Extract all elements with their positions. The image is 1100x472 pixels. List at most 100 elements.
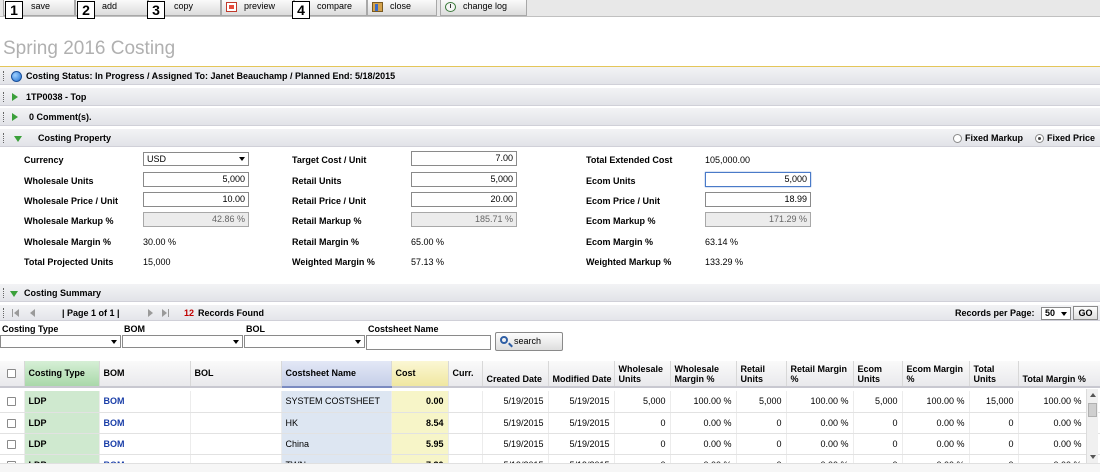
- column-header-bom[interactable]: BOM: [99, 361, 191, 388]
- target-cost-input[interactable]: 7.00: [411, 151, 517, 166]
- search-button[interactable]: search: [495, 332, 563, 351]
- ecom-margin-cell: 0.00 %: [902, 412, 970, 434]
- table-row[interactable]: LDP BOM China 5.95 5/19/2015 5/19/2015 0…: [0, 433, 1100, 455]
- ecom-units-label: Ecom Units: [586, 176, 636, 186]
- costsheet-name-filter-input[interactable]: [366, 335, 491, 350]
- fixed-price-radio[interactable]: [1035, 134, 1044, 143]
- column-header-bol[interactable]: BOL: [190, 361, 282, 388]
- costing-type-cell: LDP: [24, 391, 100, 413]
- wholesale-price-input[interactable]: 10.00: [143, 192, 249, 207]
- row-checkbox[interactable]: [7, 418, 16, 428]
- column-header-retail-margin[interactable]: Retail Margin %: [786, 361, 854, 388]
- row-checkbox[interactable]: [7, 439, 16, 449]
- column-header-ecom-units[interactable]: Ecom Units: [853, 361, 903, 388]
- column-header-cost[interactable]: Cost: [391, 361, 449, 388]
- drag-grip-icon: [3, 133, 5, 143]
- product-section-bar[interactable]: 1TP0038 - Top: [0, 88, 1100, 106]
- fixed-markup-radio[interactable]: [953, 134, 962, 143]
- prev-page-button[interactable]: [30, 309, 35, 317]
- collapse-arrow-icon[interactable]: [14, 136, 22, 142]
- weighted-margin-label: Weighted Margin %: [292, 257, 375, 267]
- retail-margin-cell: 0.00 %: [786, 412, 854, 434]
- records-found-text: Records Found: [198, 308, 265, 318]
- callout-badge-2: 2: [77, 1, 95, 19]
- row-select-cell[interactable]: [0, 412, 25, 434]
- drag-grip-icon: [3, 112, 5, 122]
- ecom-units-cell: 0: [853, 433, 903, 455]
- modified-date-cell: 5/19/2015: [548, 391, 615, 413]
- search-icon: [500, 336, 508, 344]
- column-header-retail-units[interactable]: Retail Units: [736, 361, 787, 388]
- preview-button[interactable]: preview: [221, 0, 294, 16]
- preview-label: preview: [244, 1, 276, 11]
- column-header-costsheet-name[interactable]: Costsheet Name: [281, 361, 392, 388]
- select-all-checkbox[interactable]: [7, 368, 16, 378]
- next-page-button[interactable]: [148, 309, 153, 317]
- scroll-up-arrow-icon[interactable]: [1090, 393, 1096, 397]
- currency-select[interactable]: USD: [143, 152, 249, 166]
- column-header-modified-date[interactable]: Modified Date: [548, 361, 615, 388]
- column-header-costing-type[interactable]: Costing Type: [24, 361, 100, 388]
- scroll-down-arrow-icon[interactable]: [1090, 455, 1096, 459]
- records-per-page-select[interactable]: 50: [1041, 307, 1071, 320]
- column-header-wholesale-margin[interactable]: Wholesale Margin %: [670, 361, 737, 388]
- change-log-button[interactable]: change log: [440, 0, 527, 16]
- modified-date-cell: 5/19/2015: [548, 433, 615, 455]
- costsheet-name-cell[interactable]: HK: [281, 412, 392, 434]
- bom-link[interactable]: BOM: [99, 391, 191, 413]
- dropdown-arrow-icon: [239, 157, 245, 161]
- comments-section-title: 0 Comment(s).: [29, 112, 92, 122]
- search-label: search: [514, 336, 542, 346]
- column-header-total-units[interactable]: Total Units: [969, 361, 1019, 388]
- table-row[interactable]: LDP BOM SYSTEM COSTSHEET 0.00 5/19/2015 …: [0, 391, 1100, 413]
- expand-arrow-icon[interactable]: [12, 93, 18, 101]
- wholesale-units-input[interactable]: 5,000: [143, 172, 249, 187]
- callout-badge-1: 1: [5, 1, 23, 19]
- wholesale-price-label: Wholesale Price / Unit: [24, 196, 119, 206]
- costing-status-bar[interactable]: Costing Status: In Progress / Assigned T…: [0, 67, 1100, 85]
- retail-price-input[interactable]: 20.00: [411, 192, 517, 207]
- wholesale-margin-value: 30.00 %: [143, 237, 177, 247]
- ecom-price-input[interactable]: 18.99: [705, 192, 811, 207]
- retail-margin-label: Retail Margin %: [292, 237, 360, 247]
- retail-units-cell: 0: [736, 433, 787, 455]
- collapse-arrow-icon[interactable]: [10, 291, 18, 297]
- row-checkbox[interactable]: [7, 397, 16, 407]
- column-header-wholesale-units[interactable]: Wholesale Units: [614, 361, 671, 388]
- go-button[interactable]: GO: [1073, 306, 1098, 320]
- row-select-cell[interactable]: [0, 391, 25, 413]
- total-projected-units-label: Total Projected Units: [24, 257, 114, 267]
- column-header-created-date[interactable]: Created Date: [482, 361, 549, 388]
- costsheet-name-cell[interactable]: China: [281, 433, 392, 455]
- select-all-header[interactable]: [0, 361, 25, 388]
- column-header-currency[interactable]: Curr.: [448, 361, 483, 388]
- costing-type-filter-select[interactable]: [0, 335, 121, 348]
- table-row[interactable]: LDP BOM HK 8.54 5/19/2015 5/19/2015 0 0.…: [0, 412, 1100, 434]
- costing-type-cell: LDP: [24, 412, 100, 434]
- retail-units-input[interactable]: 5,000: [411, 172, 517, 187]
- comments-section-bar[interactable]: 0 Comment(s).: [0, 108, 1100, 126]
- costing-property-panel: Currency USD Wholesale Units 5,000 Whole…: [0, 148, 880, 272]
- costing-property-bar[interactable]: Costing Property Fixed Markup Fixed Pric…: [0, 129, 1100, 147]
- column-header-total-margin[interactable]: Total Margin %: [1018, 361, 1100, 388]
- costing-summary-bar[interactable]: Costing Summary: [0, 284, 1100, 302]
- close-button[interactable]: close: [367, 0, 437, 16]
- expand-arrow-icon[interactable]: [12, 113, 18, 121]
- bom-filter-select[interactable]: [122, 335, 243, 348]
- scroll-thumb[interactable]: [1088, 403, 1097, 417]
- column-header-ecom-margin[interactable]: Ecom Margin %: [902, 361, 970, 388]
- costsheet-name-cell[interactable]: SYSTEM COSTSHEET: [281, 391, 392, 413]
- bom-link[interactable]: BOM: [99, 412, 191, 434]
- bol-filter-select[interactable]: [244, 335, 365, 348]
- retail-margin-value: 65.00 %: [411, 237, 445, 247]
- last-page-button[interactable]: [162, 309, 167, 317]
- vertical-scrollbar[interactable]: [1086, 389, 1098, 472]
- row-select-cell[interactable]: [0, 433, 25, 455]
- pagination-bar: | Page 1 of 1 | 12 Records Found Records…: [0, 305, 1100, 321]
- bom-link[interactable]: BOM: [99, 433, 191, 455]
- horizontal-scrollbar[interactable]: [0, 463, 1100, 472]
- first-page-button[interactable]: [14, 309, 19, 317]
- wholesale-units-cell: 0: [614, 433, 671, 455]
- ecom-units-input[interactable]: 5,000: [705, 172, 811, 187]
- first-page-bar: [12, 309, 13, 317]
